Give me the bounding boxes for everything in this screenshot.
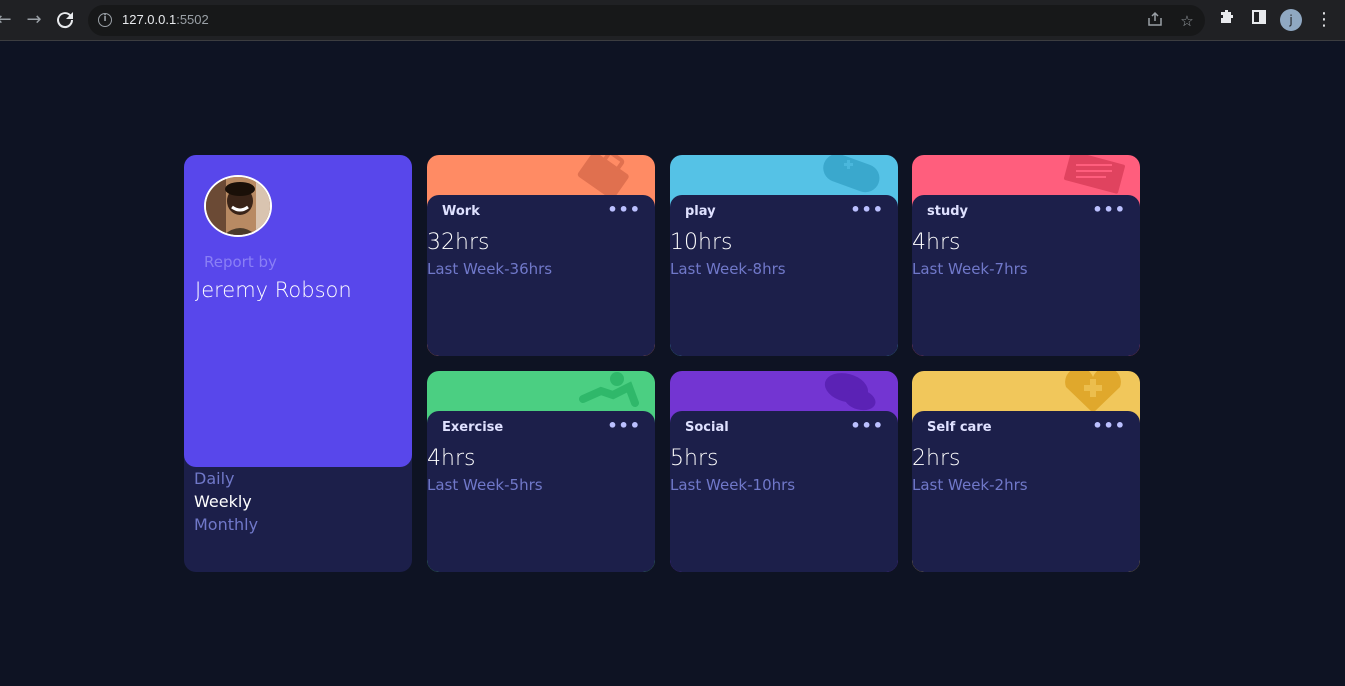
profile-card: Report by Jeremy Robson Daily Weekly Mon… (184, 155, 412, 572)
extensions-icon[interactable] (1216, 9, 1238, 31)
last-week-hours: Last Week-7hrs (912, 260, 1028, 278)
current-hours: 5hrs (670, 446, 719, 471)
last-week-hours: Last Week-10hrs (670, 476, 796, 494)
period-monthly[interactable]: Monthly (194, 513, 258, 536)
card-title: Exercise (442, 420, 504, 435)
browser-profile-avatar[interactable]: j (1280, 9, 1302, 31)
current-hours: 4hrs (912, 230, 961, 255)
current-hours: 10hrs (670, 230, 733, 255)
card-title: study (927, 204, 968, 219)
more-options-icon[interactable]: ••• (1092, 416, 1126, 435)
back-icon[interactable]: ← (0, 8, 16, 32)
last-week-hours: Last Week-5hrs (427, 476, 543, 494)
period-selector: Daily Weekly Monthly (194, 467, 258, 536)
more-options-icon[interactable]: ••• (850, 200, 884, 219)
forward-icon[interactable]: → (22, 8, 46, 32)
more-options-icon[interactable]: ••• (607, 416, 641, 435)
card-title: Self care (927, 420, 992, 435)
user-avatar (204, 175, 272, 237)
current-hours: 32hrs (427, 230, 490, 255)
card-body: play ••• 10hrs Last Week-8hrs (670, 195, 898, 356)
browser-toolbar: ← → i 127.0.0.1:5502 ☆ j ⋮ (0, 0, 1345, 41)
briefcase-icon (577, 155, 629, 199)
card-social: Social ••• 5hrs Last Week-10hrs (670, 371, 898, 572)
user-name: Jeremy Robson (195, 278, 352, 302)
gamepad-icon (823, 155, 880, 193)
period-weekly[interactable]: Weekly (194, 490, 258, 513)
reload-icon[interactable] (53, 8, 77, 32)
card-title: Work (442, 204, 480, 219)
report-by-label: Report by (204, 253, 277, 271)
card-body: Work ••• 32hrs Last Week-36hrs (427, 195, 655, 356)
heart-icon (1065, 371, 1121, 413)
card-body: study ••• 4hrs Last Week-7hrs (912, 195, 1140, 356)
more-options-icon[interactable]: ••• (1092, 200, 1126, 219)
card-study: study ••• 4hrs Last Week-7hrs (912, 155, 1140, 356)
address-bar[interactable]: i 127.0.0.1:5502 ☆ (88, 5, 1205, 36)
share-icon[interactable] (1145, 11, 1165, 31)
book-icon (1064, 155, 1125, 194)
url-text[interactable]: 127.0.0.1:5502 (122, 12, 209, 27)
runner-icon (579, 372, 639, 407)
card-exercise: Exercise ••• 4hrs Last Week-5hrs (427, 371, 655, 572)
browser-menu-icon[interactable]: ⋮ (1313, 9, 1335, 31)
card-play: play ••• 10hrs Last Week-8hrs (670, 155, 898, 356)
last-week-hours: Last Week-8hrs (670, 260, 786, 278)
current-hours: 4hrs (427, 446, 476, 471)
card-title: play (685, 204, 716, 219)
card-self-care: Self care ••• 2hrs Last Week-2hrs (912, 371, 1140, 572)
last-week-hours: Last Week-2hrs (912, 476, 1028, 494)
card-title: Social (685, 420, 729, 435)
last-week-hours: Last Week-36hrs (427, 260, 553, 278)
bookmark-star-icon[interactable]: ☆ (1177, 11, 1197, 31)
card-body: Self care ••• 2hrs Last Week-2hrs (912, 411, 1140, 572)
period-daily[interactable]: Daily (194, 467, 258, 490)
card-body: Exercise ••• 4hrs Last Week-5hrs (427, 411, 655, 572)
more-options-icon[interactable]: ••• (850, 416, 884, 435)
chat-icon (824, 373, 876, 411)
more-options-icon[interactable]: ••• (607, 200, 641, 219)
current-hours: 2hrs (912, 446, 961, 471)
profile-header: Report by Jeremy Robson (184, 155, 412, 467)
side-panel-icon[interactable] (1248, 9, 1270, 31)
card-work: Work ••• 32hrs Last Week-36hrs (427, 155, 655, 356)
card-body: Social ••• 5hrs Last Week-10hrs (670, 411, 898, 572)
info-icon[interactable]: i (98, 13, 112, 27)
